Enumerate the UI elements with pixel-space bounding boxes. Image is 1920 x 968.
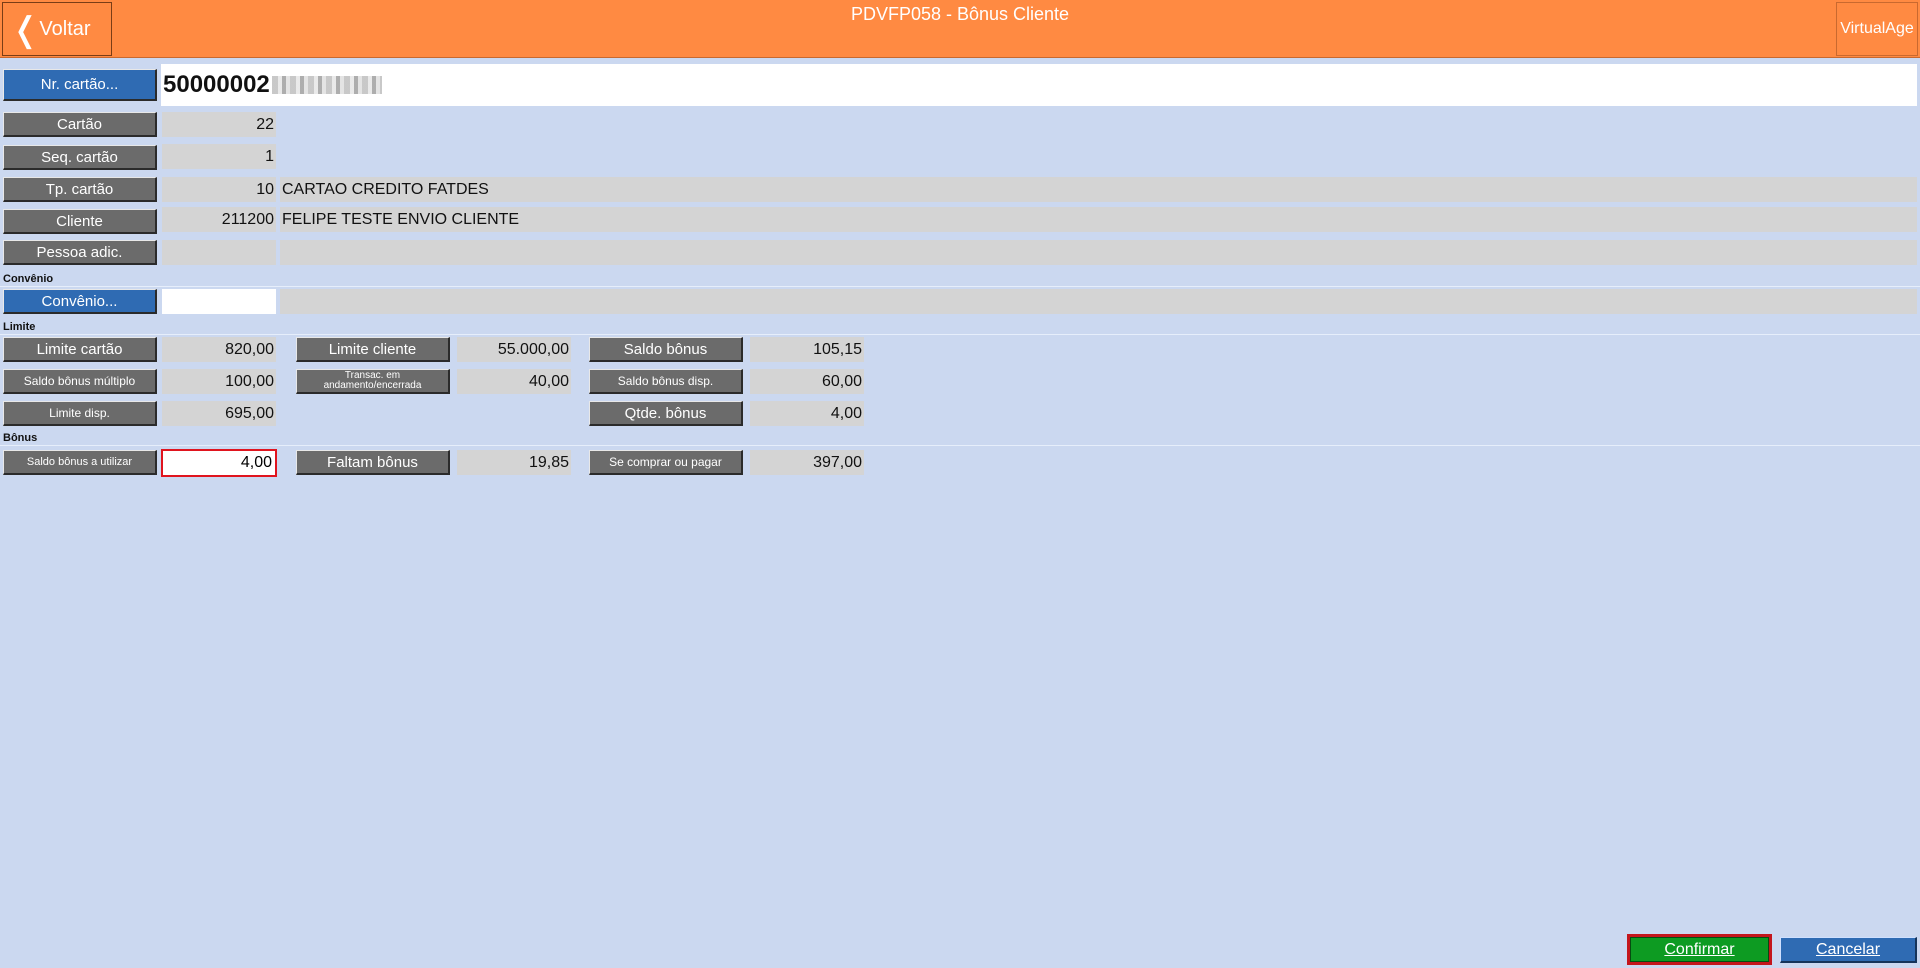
convenio-divider (0, 286, 1920, 287)
seq-cartao-value: 1 (162, 144, 276, 169)
cancel-button[interactable]: Cancelar (1780, 937, 1917, 963)
seq-cartao-label: Seq. cartão (3, 145, 157, 170)
saldo-bonus-disp-value: 60,00 (750, 369, 864, 394)
limite-disp-value: 695,00 (162, 401, 276, 426)
cartao-value: 22 (162, 112, 276, 137)
pessoa-adic-code (162, 240, 276, 265)
confirm-button-label: Confirmar (1664, 940, 1735, 958)
tp-cartao-code: 10 (162, 177, 276, 202)
limite-cartao-label: Limite cartão (3, 337, 157, 362)
saldo-bonus-disp-label: Saldo bônus disp. (589, 369, 743, 394)
bonus-divider (0, 445, 1920, 446)
se-comprar-label: Se comprar ou pagar (589, 450, 743, 475)
limite-cliente-value: 55.000,00 (457, 337, 571, 362)
convenio-desc (280, 289, 1917, 314)
limite-divider (0, 334, 1920, 335)
cliente-code: 211200 (162, 207, 276, 232)
limite-disp-label: Limite disp. (3, 401, 157, 426)
tp-cartao-label: Tp. cartão (3, 177, 157, 202)
saldo-bonus-label: Saldo bônus (589, 337, 743, 362)
convenio-lookup-button[interactable]: Convênio... (3, 289, 157, 314)
saldo-utilizar-input[interactable] (161, 449, 277, 477)
window-title: PDVFP058 - Bônus Cliente (850, 4, 1070, 24)
qtde-bonus-label: Qtde. bônus (589, 401, 743, 426)
tp-cartao-desc: CARTAO CREDITO FATDES (280, 177, 1917, 202)
cliente-desc: FELIPE TESTE ENVIO CLIENTE (280, 207, 1917, 232)
title-bar: ❬ Voltar PDVFP058 - Bônus Cliente Virtua… (0, 0, 1920, 58)
limite-cliente-label: Limite cliente (296, 337, 450, 362)
limite-section-title: Limite (3, 321, 36, 333)
transac-label: Transac. em andamento/encerrada (296, 369, 450, 394)
card-number-lookup-button[interactable]: Nr. cartão... (3, 69, 157, 101)
faltam-bonus-value: 19,85 (457, 450, 571, 475)
convenio-section-title: Convênio (3, 273, 54, 285)
limite-cartao-value: 820,00 (162, 337, 276, 362)
saldo-bonus-value: 105,15 (750, 337, 864, 362)
bonus-section-title: Bônus (3, 432, 38, 444)
transac-value: 40,00 (457, 369, 571, 394)
pessoa-adic-desc (280, 240, 1917, 265)
card-number-input[interactable]: 50000002 (161, 64, 1917, 106)
pessoa-adic-label: Pessoa adic. (3, 240, 157, 265)
cartao-label: Cartão (3, 112, 157, 137)
cliente-label: Cliente (3, 209, 157, 234)
card-number-value: 50000002 (163, 71, 270, 98)
cancel-button-label: Cancelar (1815, 940, 1881, 958)
saldo-bonus-multiplo-label: Saldo bônus múltiplo (3, 369, 157, 394)
saldo-bonus-multiplo-value: 100,00 (162, 369, 276, 394)
redacted-digits (271, 76, 382, 94)
qtde-bonus-value: 4,00 (750, 401, 864, 426)
faltam-bonus-label: Faltam bônus (296, 450, 450, 475)
convenio-code-input[interactable] (162, 289, 276, 314)
saldo-utilizar-label: Saldo bônus a utilizar (3, 450, 157, 475)
confirm-button[interactable]: Confirmar (1627, 934, 1772, 965)
se-comprar-value: 397,00 (750, 450, 864, 475)
brand-button[interactable]: VirtualAge (1836, 2, 1918, 56)
